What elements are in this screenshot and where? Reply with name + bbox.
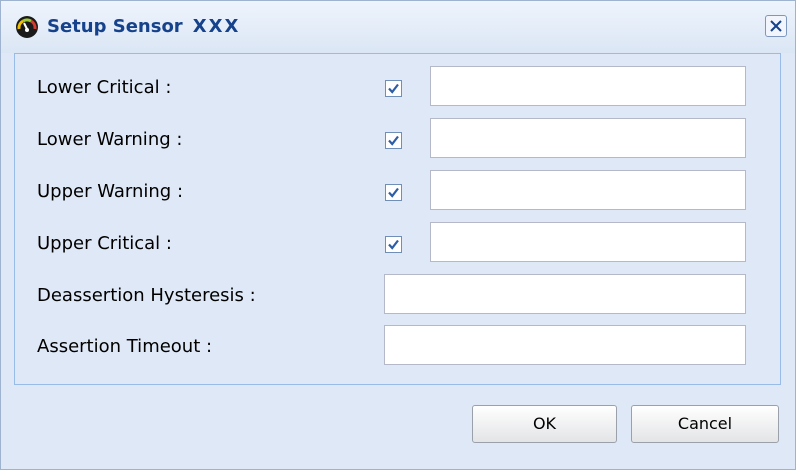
lower-critical-label: Lower Critical : (37, 77, 172, 98)
assertion-timeout-label: Assertion Timeout : (37, 336, 213, 357)
sensor-settings-panel: Lower Critical : Lower Warning : Upper W… (14, 53, 781, 385)
checkmark-icon (388, 83, 399, 94)
lower-warning-checkbox[interactable] (385, 132, 402, 149)
checkmark-icon (388, 135, 399, 146)
dialog-title-main: Setup Sensor (47, 16, 183, 37)
ok-button[interactable]: OK (472, 405, 617, 443)
deassertion-hysteresis-label: Deassertion Hysteresis : (37, 285, 256, 306)
lower-warning-label: Lower Warning : (37, 129, 183, 150)
close-icon (770, 20, 782, 32)
upper-warning-input[interactable] (430, 170, 746, 210)
upper-critical-label: Upper Critical : (37, 233, 172, 254)
close-button[interactable] (765, 15, 787, 37)
upper-warning-label: Upper Warning : (37, 181, 184, 202)
assertion-timeout-input[interactable] (384, 325, 746, 365)
deassertion-hysteresis-input[interactable] (384, 274, 746, 314)
checkmark-icon (388, 239, 399, 250)
sensor-gauge-icon (15, 15, 39, 39)
upper-warning-checkbox[interactable] (385, 184, 402, 201)
cancel-button[interactable]: Cancel (631, 405, 779, 443)
dialog-title-suffix: XXX (192, 16, 241, 37)
lower-critical-input[interactable] (430, 66, 746, 106)
upper-critical-checkbox[interactable] (385, 236, 402, 253)
dialog-titlebar[interactable]: Setup Sensor XXX (1, 1, 795, 53)
upper-critical-input[interactable] (430, 222, 746, 262)
dialog-title: Setup Sensor XXX (47, 13, 240, 41)
lower-critical-checkbox[interactable] (385, 80, 402, 97)
setup-sensor-dialog: Setup Sensor XXX Lower Critical : Lower W… (0, 0, 796, 470)
checkmark-icon (388, 187, 399, 198)
lower-warning-input[interactable] (430, 118, 746, 158)
